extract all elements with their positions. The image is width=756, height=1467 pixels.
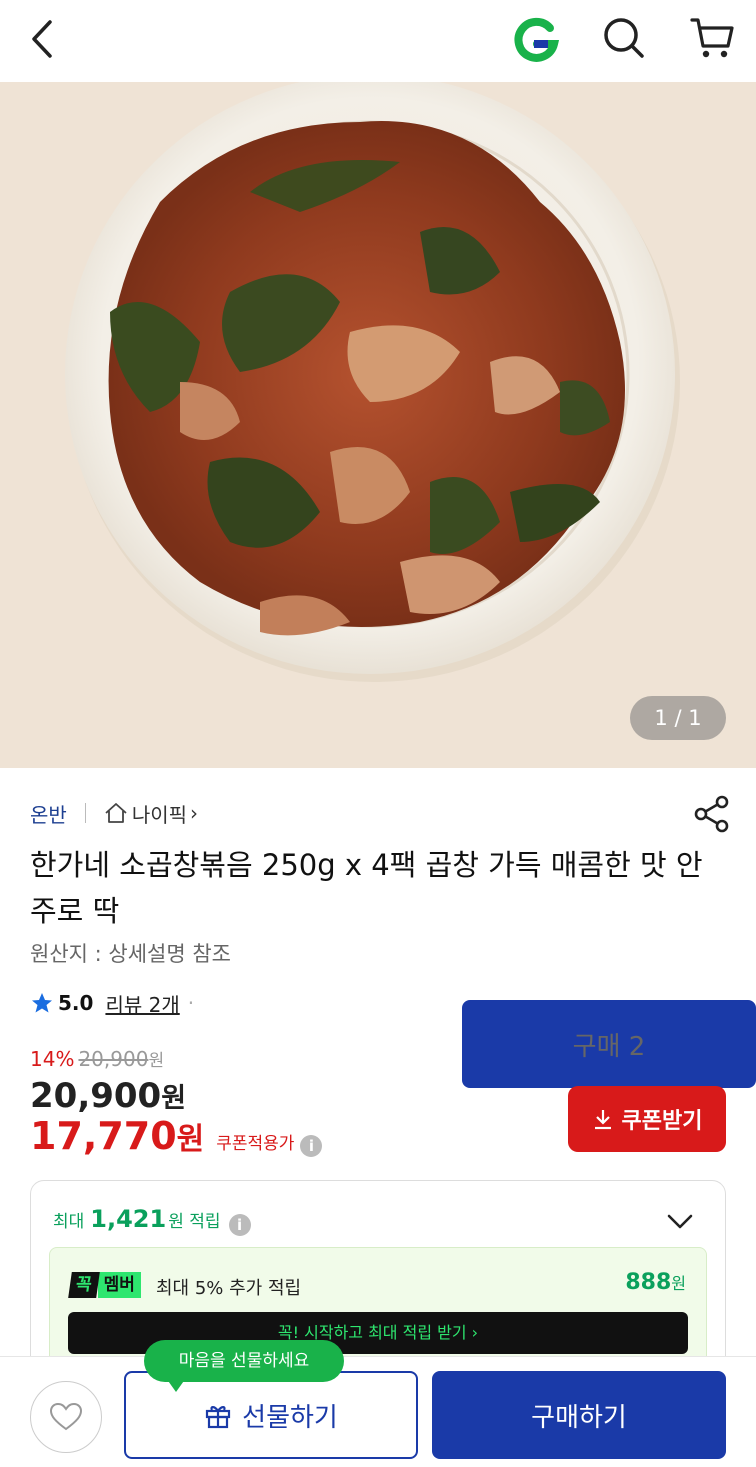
nice-pick-label: 나이픽 xyxy=(131,802,188,827)
member-badge-k: 꼭 xyxy=(68,1272,100,1298)
member-points-unit: 원 xyxy=(671,1274,686,1293)
max-suffix: 원 적립 xyxy=(168,1212,221,1232)
member-text: 최대 5% 추가 적립 xyxy=(156,1278,302,1299)
cart-icon[interactable] xyxy=(686,12,738,64)
info-icon[interactable]: i xyxy=(228,1214,251,1236)
chevron-down-icon[interactable] xyxy=(665,1209,695,1233)
buy-button[interactable]: 구매하기 xyxy=(432,1371,726,1459)
product-image[interactable]: 1 / 1 xyxy=(0,82,756,768)
star-icon xyxy=(32,993,52,1013)
member-badge-m: 멤버 xyxy=(97,1272,141,1298)
food-plate-illustration xyxy=(65,82,680,682)
tooltip-tail xyxy=(166,1378,186,1392)
product-title: 한가네 소곱창볶음 250g x 4팩 곱창 가득 매콤한 맛 안주로 딱 xyxy=(30,848,703,928)
divider xyxy=(84,803,86,823)
gift-button-label: 선물하기 xyxy=(242,1402,338,1433)
gift-tooltip: 마음을 선물하세요 xyxy=(144,1340,344,1382)
original-price-unit: 원 xyxy=(148,1051,165,1071)
purchase-count: 구매 2 xyxy=(462,1000,756,1088)
get-coupon-button[interactable]: 쿠폰받기 xyxy=(568,1086,726,1152)
review-link[interactable]: 리뷰 2개 xyxy=(105,989,179,1018)
sale-price-value: 20,900 xyxy=(30,1076,162,1116)
download-icon xyxy=(594,1110,611,1130)
member-points: 888원 xyxy=(625,1270,686,1295)
search-icon[interactable] xyxy=(598,12,650,64)
top-header xyxy=(0,0,756,82)
home-icon xyxy=(105,803,127,823)
member-badge: 꼭 멤버 xyxy=(68,1272,141,1298)
coupon-price-label: 쿠폰적용가 xyxy=(216,1134,295,1154)
sale-price: 20,900원 xyxy=(30,1076,186,1116)
product-page: 1 / 1 온반 나이픽 › 한가네 소곱창볶음 250g x 4팩 곱창 가득… xyxy=(0,0,756,1467)
coupon-price-unit: 원 xyxy=(176,1122,205,1157)
chevron-left-icon[interactable] xyxy=(22,14,66,64)
max-prefix: 최대 xyxy=(53,1212,85,1232)
coupon-price-value: 17,770 xyxy=(30,1114,177,1158)
dot-separator: · xyxy=(187,991,195,1015)
image-counter: 1 / 1 xyxy=(630,696,726,740)
discount-rate: 14% xyxy=(30,1047,75,1071)
rating-score: 5.0 xyxy=(58,991,94,1015)
nice-pick-link[interactable]: 나이픽 › xyxy=(104,799,198,828)
origin-text: 원산지 : 상세설명 참조 xyxy=(30,942,231,966)
gmarket-logo-icon[interactable] xyxy=(510,14,562,66)
discount-row: 14% 20,900 원 xyxy=(30,1046,164,1071)
coupon-price: 17,770 원 쿠폰적용가 i xyxy=(30,1114,323,1158)
get-coupon-label: 쿠폰받기 xyxy=(621,1109,703,1134)
max-points-row[interactable]: 최대 1,421 원 적립 i xyxy=(53,1205,251,1236)
sale-price-unit: 원 xyxy=(161,1083,187,1114)
wishlist-button[interactable] xyxy=(30,1381,102,1453)
info-icon[interactable]: i xyxy=(300,1135,323,1157)
chevron-right-icon: › xyxy=(190,801,199,825)
member-points-value: 888 xyxy=(625,1270,672,1295)
rating-row: 5.0 리뷰 2개 · 구매 2 xyxy=(30,986,756,1088)
heart-icon xyxy=(49,1402,83,1431)
seller-name[interactable]: 온반 xyxy=(30,799,67,828)
max-points: 1,421 xyxy=(90,1205,167,1233)
seller-row: 온반 나이픽 › xyxy=(30,796,198,830)
bottom-action-bar: 선물하기 구매하기 xyxy=(0,1356,756,1467)
share-icon[interactable] xyxy=(692,794,732,834)
original-price: 20,900 xyxy=(78,1047,149,1071)
gift-icon xyxy=(206,1406,231,1429)
